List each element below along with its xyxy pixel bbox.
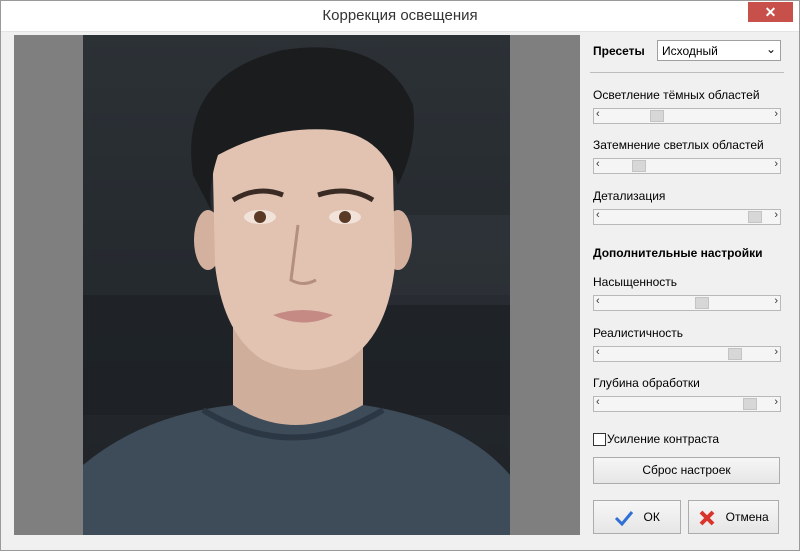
portrait-illustration [83, 47, 510, 535]
slider-label-detail: Детализация [593, 189, 666, 203]
reset-settings-label: Сброс настроек [642, 463, 731, 477]
presets-label: Пресеты [593, 44, 645, 58]
cancel-label: Отмена [725, 510, 769, 524]
slider-thumb[interactable] [650, 110, 664, 122]
chevron-down-icon: ⌄ [765, 42, 776, 56]
slider-thumb[interactable] [748, 211, 762, 223]
ok-button[interactable]: ОК [593, 500, 681, 534]
arrow-right-icon[interactable]: › [774, 295, 778, 307]
slider-thumb[interactable] [632, 160, 646, 172]
arrow-right-icon[interactable]: › [774, 346, 778, 358]
title-bar: Коррекция освещения ✕ [1, 1, 799, 32]
shadows-slider[interactable]: ‹ › [593, 108, 781, 124]
arrow-right-icon[interactable]: › [774, 108, 778, 120]
arrow-right-icon[interactable]: › [774, 396, 778, 408]
contrast-checkbox-label: Усиление контраста [607, 432, 720, 446]
reset-settings-button[interactable]: Сброс настроек [593, 457, 780, 484]
detail-slider[interactable]: ‹ › [593, 209, 781, 225]
slider-thumb[interactable] [695, 297, 709, 309]
realism-slider[interactable]: ‹ › [593, 346, 781, 362]
settings-panel: Пресеты Исходный ⌄ Осветление тёмных обл… [590, 35, 786, 540]
depth-slider[interactable]: ‹ › [593, 396, 781, 412]
slider-label-shadows: Осветление тёмных областей [593, 88, 760, 102]
dialog-window: Коррекция освещения ✕ Пресеты Исходный ⌄… [0, 0, 800, 551]
red-x-icon [699, 510, 715, 526]
slider-label-realism: Реалистичность [593, 326, 684, 340]
close-icon: ✕ [764, 4, 777, 20]
contrast-checkbox[interactable] [593, 433, 606, 446]
cancel-button[interactable]: Отмена [688, 500, 779, 534]
arrow-left-icon[interactable]: ‹ [596, 295, 600, 307]
window-title: Коррекция освещения [322, 7, 478, 24]
arrow-right-icon[interactable]: › [774, 158, 778, 170]
preset-select-value: Исходный [662, 44, 718, 58]
arrow-right-icon[interactable]: › [774, 209, 778, 221]
highlights-slider[interactable]: ‹ › [593, 158, 781, 174]
arrow-left-icon[interactable]: ‹ [596, 209, 600, 221]
portrait-photo [83, 35, 510, 535]
saturation-slider[interactable]: ‹ › [593, 295, 781, 311]
arrow-left-icon[interactable]: ‹ [596, 158, 600, 170]
slider-thumb[interactable] [728, 348, 742, 360]
slider-label-depth: Глубина обработки [593, 376, 700, 390]
ok-label: ОК [643, 510, 660, 524]
checkmark-icon [615, 510, 634, 526]
arrow-left-icon[interactable]: ‹ [596, 396, 600, 408]
divider [590, 72, 784, 73]
slider-thumb[interactable] [743, 398, 757, 410]
image-preview [14, 35, 580, 535]
advanced-settings-title: Дополнительные настройки [593, 246, 763, 260]
slider-label-highlights: Затемнение светлых областей [593, 138, 764, 152]
arrow-left-icon[interactable]: ‹ [596, 346, 600, 358]
slider-label-saturation: Насыщенность [593, 275, 678, 289]
preset-select[interactable]: Исходный ⌄ [657, 40, 781, 61]
close-button[interactable]: ✕ [748, 2, 793, 22]
arrow-left-icon[interactable]: ‹ [596, 108, 600, 120]
